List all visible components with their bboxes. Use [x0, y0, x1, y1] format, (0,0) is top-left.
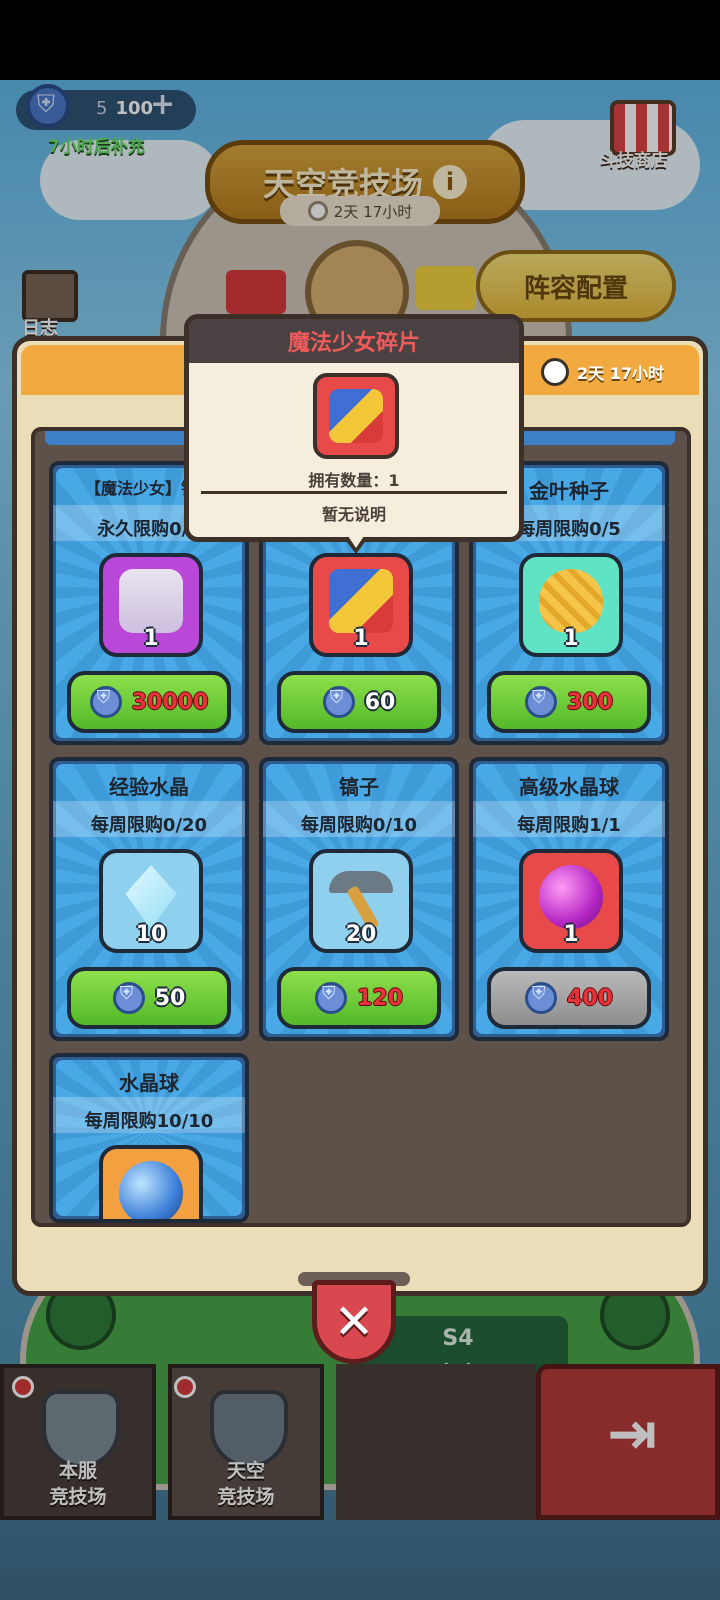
panel-timer-text: 2天 17小时: [577, 364, 664, 383]
fragment-art: [329, 389, 383, 443]
item-icon-box[interactable]: 1: [519, 553, 623, 657]
close-x-icon: ✕: [333, 1294, 375, 1350]
buy-button[interactable]: 300: [487, 671, 651, 733]
sky-crystal-coin-icon: [112, 982, 145, 1014]
sky-crystal-coin-icon: [525, 686, 558, 718]
item-quantity: 1: [143, 626, 159, 651]
tooltip-divider: [201, 491, 507, 494]
price: 400: [567, 985, 613, 1011]
purchase-limit: 每周限购10/10: [84, 1111, 214, 1132]
item-name: 水晶球: [119, 1071, 179, 1095]
price: 30000: [131, 689, 209, 715]
sky-crystal-coin-icon: [525, 982, 558, 1014]
pickaxe-head: [329, 871, 393, 893]
shop-item-card[interactable]: 镐子 每周限购0/10 20 120: [259, 757, 459, 1041]
crystal-ball-icon: [119, 1161, 183, 1219]
magic-girl-portrait-icon: [119, 569, 183, 633]
exp-crystal-icon: [125, 865, 177, 929]
item-icon-box[interactable]: 1: [519, 849, 623, 953]
price: 50: [154, 985, 186, 1011]
item-icon-box[interactable]: 20: [309, 849, 413, 953]
tooltip-pointer-fill: [348, 536, 364, 548]
purchase-limit: 每周限购1/1: [517, 815, 621, 836]
buy-button[interactable]: 120: [277, 967, 441, 1029]
tooltip-description: 暂无说明: [321, 505, 386, 524]
buy-button-disabled[interactable]: 400: [487, 967, 651, 1029]
purchase-limit: 每周限购0/20: [90, 815, 208, 836]
golden-seed-icon: [539, 569, 603, 633]
buy-button[interactable]: 50: [67, 967, 231, 1029]
item-name: 镐子: [339, 775, 379, 799]
item-icon-box[interactable]: [99, 1145, 203, 1219]
item-icon-box[interactable]: 10: [99, 849, 203, 953]
shop-item-card[interactable]: 高级水晶球 每周限购1/1 1 400: [469, 757, 669, 1041]
sky-crystal-coin-icon: [322, 686, 355, 718]
close-button[interactable]: ✕: [312, 1280, 396, 1364]
item-icon-box[interactable]: 1: [99, 553, 203, 657]
buy-button[interactable]: 60: [277, 671, 441, 733]
item-quantity: 10: [135, 922, 167, 947]
buy-button[interactable]: 30000: [67, 671, 231, 733]
purchase-limit: 每周限购0/10: [300, 815, 418, 836]
tooltip-owned-count: 拥有数量：1: [308, 471, 400, 490]
pickaxe-icon: [329, 865, 393, 931]
sky-crystal-coin-icon: [315, 982, 348, 1014]
item-quantity: 1: [353, 626, 369, 651]
tooltip-title: 魔法少女碎片: [189, 319, 519, 363]
item-tooltip: 魔法少女碎片 拥有数量：1 暂无说明: [184, 314, 524, 542]
item-quantity: 1: [563, 626, 579, 651]
shop-item-card[interactable]: 水晶球 每周限购10/10: [49, 1053, 249, 1223]
shop-item-card[interactable]: 经验水晶 每周限购0/20 10 50: [49, 757, 249, 1041]
price: 300: [567, 689, 613, 715]
magic-girl-fragment-icon: [329, 569, 393, 633]
item-quantity: 20: [345, 922, 377, 947]
item-name: 高级水晶球: [519, 775, 619, 799]
sky-crystal-coin-icon: [89, 686, 122, 718]
item-icon-box[interactable]: 1: [309, 553, 413, 657]
price: 60: [364, 689, 396, 715]
magic-girl-fragment-icon: [313, 373, 399, 459]
price: 120: [357, 985, 403, 1011]
item-quantity: 1: [563, 922, 579, 947]
advanced-crystal-ball-icon: [539, 865, 603, 929]
clock-icon: [541, 358, 569, 386]
panel-refresh-timer: 2天 17小时: [541, 355, 701, 389]
item-name: 经验水晶: [109, 775, 189, 799]
